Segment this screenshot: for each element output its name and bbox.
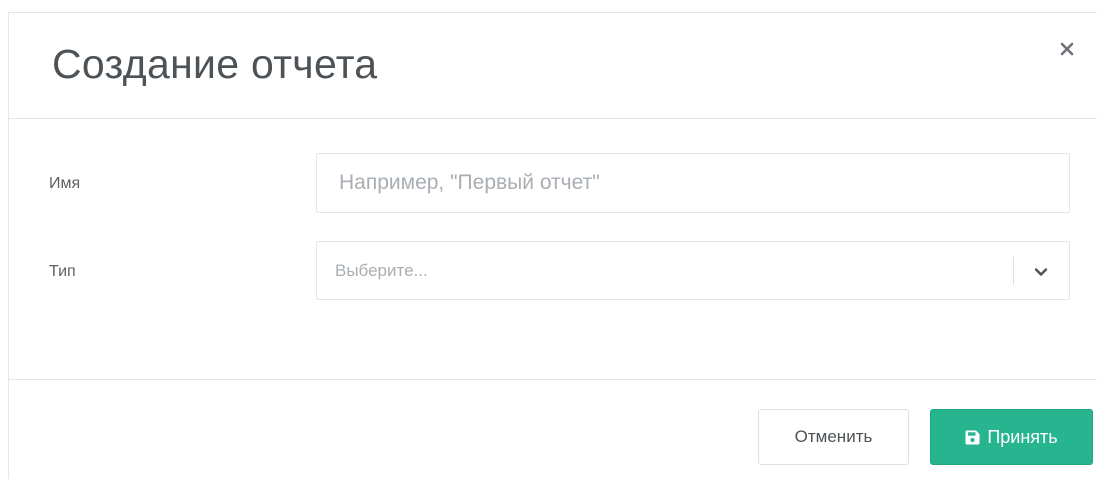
accept-button-label: Принять [987,426,1058,447]
close-button[interactable] [1053,35,1081,63]
name-label: Имя [49,175,81,192]
dialog-title: Создание отчета [52,41,378,87]
close-icon [1060,42,1074,56]
type-select-value: Выберите... [335,261,428,280]
dialog-body: Имя Тип Выберите... [9,119,1097,380]
save-icon [965,430,980,445]
type-select[interactable]: Выберите... [316,241,1070,300]
name-input[interactable] [316,153,1070,213]
create-report-dialog: Создание отчета Имя Тип Выберите... Отме… [8,12,1097,479]
chevron-down-icon[interactable] [1029,260,1053,284]
select-divider [1013,257,1014,285]
accept-button[interactable]: Принять [930,409,1093,465]
cancel-button[interactable]: Отменить [758,409,909,465]
type-label: Тип [49,263,76,280]
dialog-header: Создание отчета [9,13,1097,119]
